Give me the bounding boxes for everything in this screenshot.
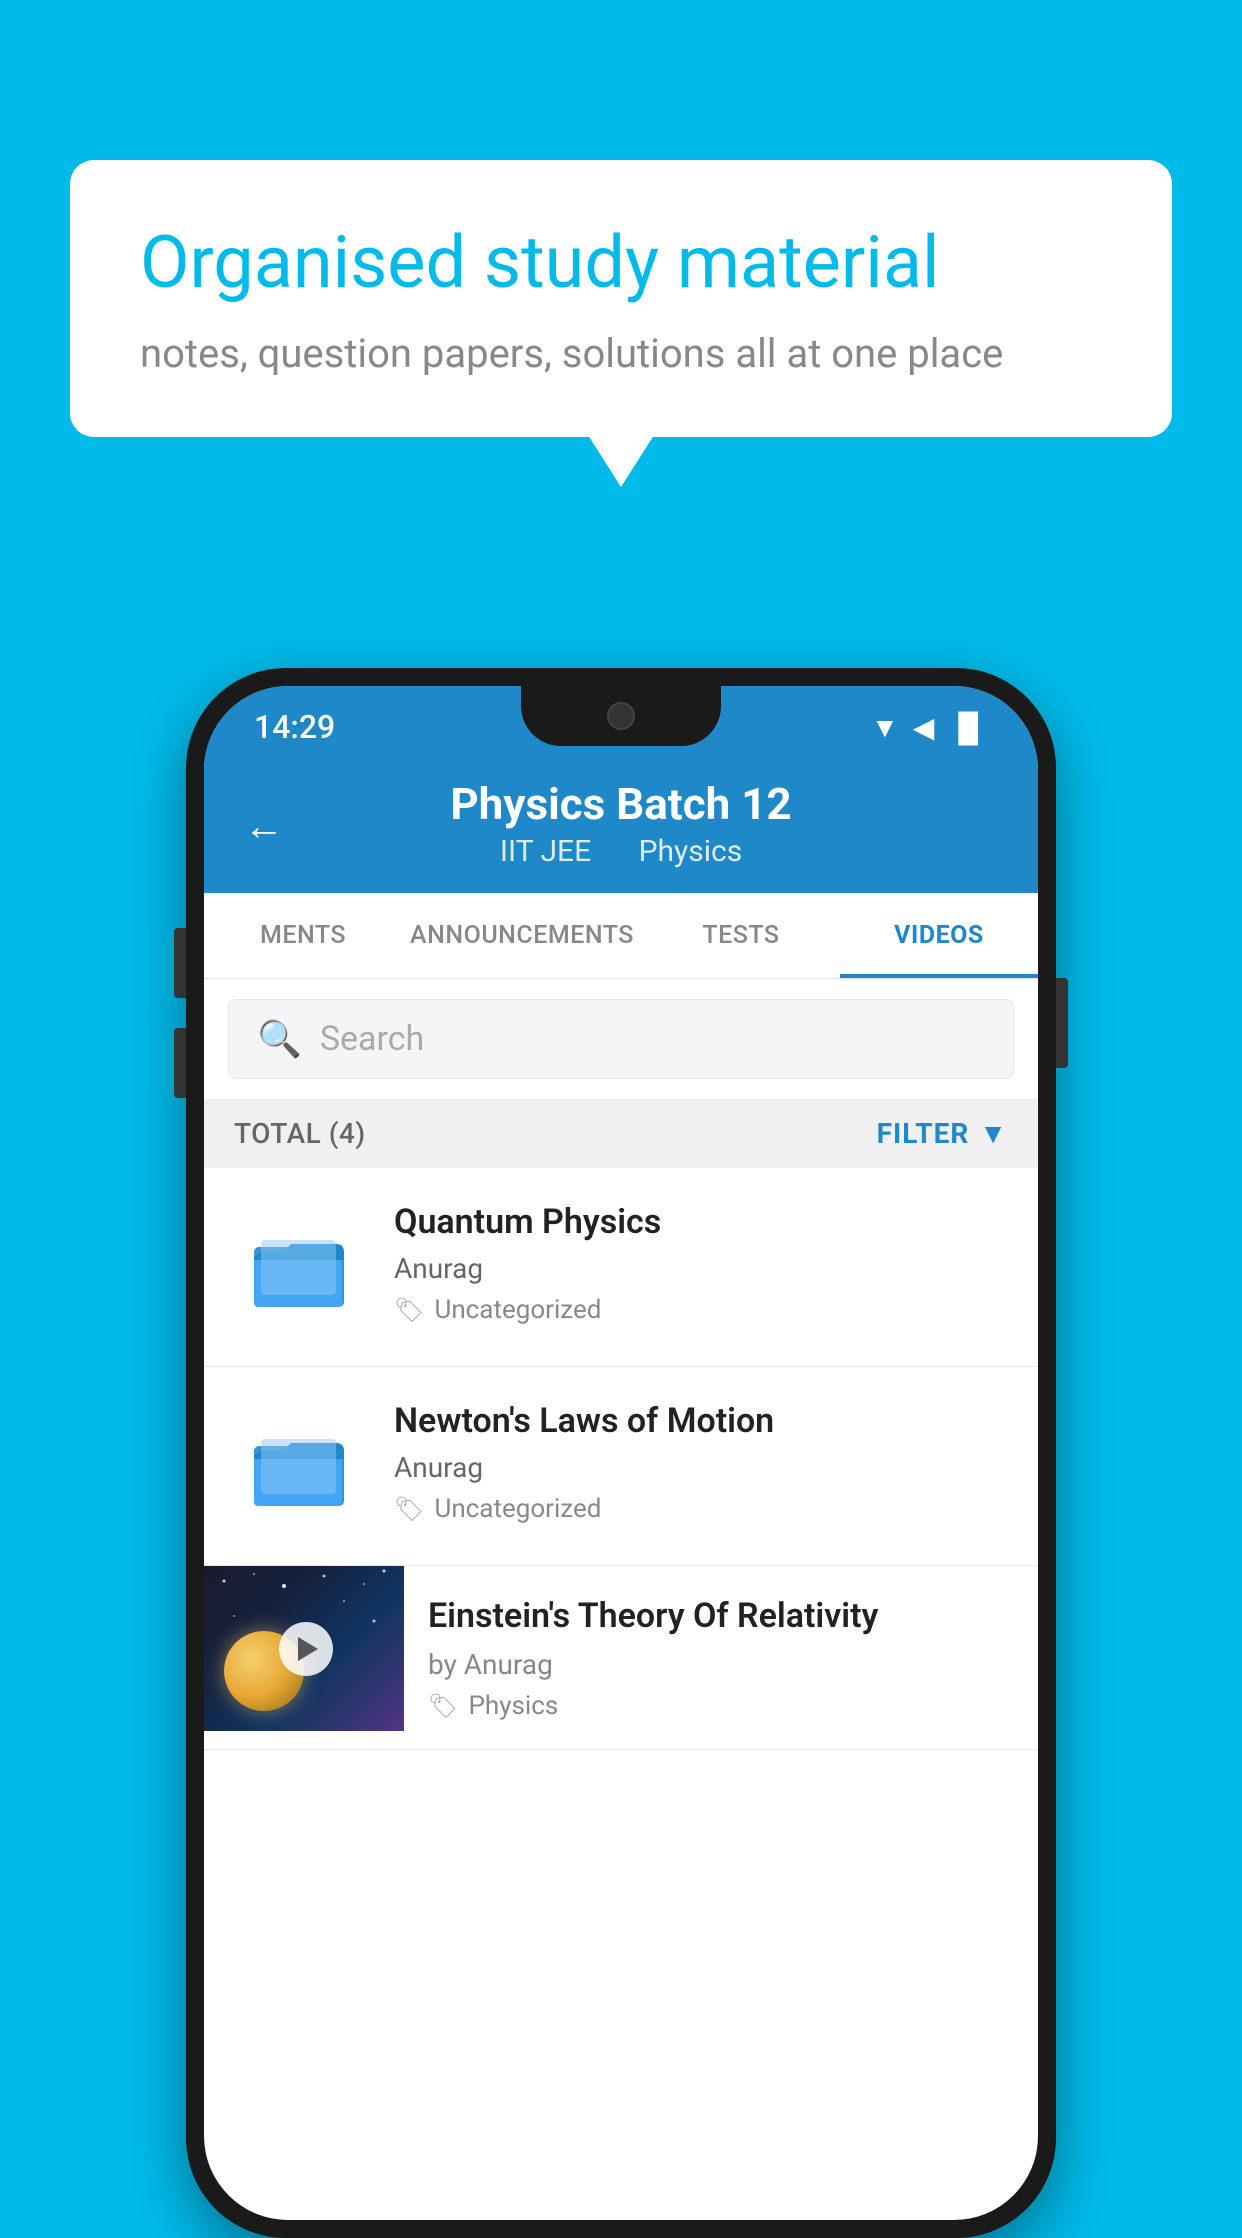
header-title: Physics Batch 12 xyxy=(254,778,988,830)
video-info: Newton's Laws of Motion Anurag 🏷 Uncateg… xyxy=(394,1401,1008,1524)
video-author: by Anurag xyxy=(428,1648,1014,1681)
tag-label: Uncategorized xyxy=(434,1295,601,1325)
video-info: Quantum Physics Anurag 🏷 Uncategorized xyxy=(394,1202,1008,1325)
volume-button-up xyxy=(174,928,186,998)
app-header: ← Physics Batch 12 IIT JEE Physics xyxy=(204,758,1038,893)
power-button xyxy=(1056,978,1068,1068)
tab-videos[interactable]: VIDEOS xyxy=(840,893,1038,978)
filter-bar: TOTAL (4) FILTER ▼ xyxy=(204,1099,1038,1168)
battery-icon: ▐▌ xyxy=(948,711,988,744)
folder-icon xyxy=(249,1222,349,1312)
bubble-title: Organised study material xyxy=(140,220,1102,306)
tag-icon: 🏷 xyxy=(428,1692,458,1720)
tag-label: Physics xyxy=(468,1691,558,1721)
total-count: TOTAL (4) xyxy=(234,1117,366,1150)
video-author: Anurag xyxy=(394,1451,1008,1484)
video-title: Quantum Physics xyxy=(394,1202,1008,1242)
search-bar[interactable]: 🔍 Search xyxy=(228,999,1014,1079)
list-item[interactable]: Newton's Laws of Motion Anurag 🏷 Uncateg… xyxy=(204,1367,1038,1566)
tab-announcements[interactable]: ANNOUNCEMENTS xyxy=(402,893,642,978)
tag-icon: 🏷 xyxy=(394,1495,424,1523)
video-title: Newton's Laws of Motion xyxy=(394,1401,1008,1441)
play-button[interactable] xyxy=(279,1622,333,1676)
back-button[interactable]: ← xyxy=(244,802,284,849)
status-time: 14:29 xyxy=(254,708,335,746)
video-list: Quantum Physics Anurag 🏷 Uncategorized xyxy=(204,1168,1038,1750)
header-tag1: IIT JEE xyxy=(500,834,591,869)
video-title: Einstein's Theory Of Relativity xyxy=(428,1594,1014,1638)
folder-thumbnail xyxy=(234,1401,364,1531)
video-info: Einstein's Theory Of Relativity by Anura… xyxy=(404,1566,1038,1749)
header-tag2: Physics xyxy=(639,834,743,869)
video-tag: 🏷 Physics xyxy=(428,1691,1014,1721)
filter-icon: ▼ xyxy=(979,1117,1008,1150)
header-subtitle: IIT JEE Physics xyxy=(254,834,988,869)
status-icons: ▼ ◀ ▐▌ xyxy=(871,711,988,744)
volume-button-down xyxy=(174,1028,186,1098)
tag-label: Uncategorized xyxy=(434,1494,601,1524)
video-tag: 🏷 Uncategorized xyxy=(394,1295,1008,1325)
tab-tests[interactable]: TESTS xyxy=(642,893,840,978)
search-placeholder: Search xyxy=(320,1019,424,1059)
folder-icon xyxy=(249,1421,349,1511)
phone-notch xyxy=(521,686,721,746)
video-tag: 🏷 Uncategorized xyxy=(394,1494,1008,1524)
wifi-icon: ▼ xyxy=(871,711,899,744)
speech-bubble-section: Organised study material notes, question… xyxy=(70,160,1172,437)
video-thumbnail xyxy=(204,1566,404,1731)
play-icon xyxy=(298,1637,318,1661)
list-item[interactable]: Einstein's Theory Of Relativity by Anura… xyxy=(204,1566,1038,1750)
signal-icon: ◀ xyxy=(913,711,935,744)
folder-thumbnail xyxy=(234,1202,364,1332)
video-author: Anurag xyxy=(394,1252,1008,1285)
phone-outer: 14:29 ▼ ◀ ▐▌ ← Physics Batch 12 IIT JEE … xyxy=(186,668,1056,2238)
phone-frame: 14:29 ▼ ◀ ▐▌ ← Physics Batch 12 IIT JEE … xyxy=(186,668,1056,2238)
filter-button[interactable]: FILTER ▼ xyxy=(877,1117,1008,1150)
speech-bubble: Organised study material notes, question… xyxy=(70,160,1172,437)
list-item[interactable]: Quantum Physics Anurag 🏷 Uncategorized xyxy=(204,1168,1038,1367)
tab-ments[interactable]: MENTS xyxy=(204,893,402,978)
front-camera xyxy=(607,702,635,730)
phone-screen: 14:29 ▼ ◀ ▐▌ ← Physics Batch 12 IIT JEE … xyxy=(204,686,1038,2220)
tag-icon: 🏷 xyxy=(394,1296,424,1324)
tab-bar: MENTS ANNOUNCEMENTS TESTS VIDEOS xyxy=(204,893,1038,979)
bubble-subtitle: notes, question papers, solutions all at… xyxy=(140,330,1102,377)
filter-label: FILTER xyxy=(877,1117,970,1150)
search-icon: 🔍 xyxy=(257,1018,302,1060)
